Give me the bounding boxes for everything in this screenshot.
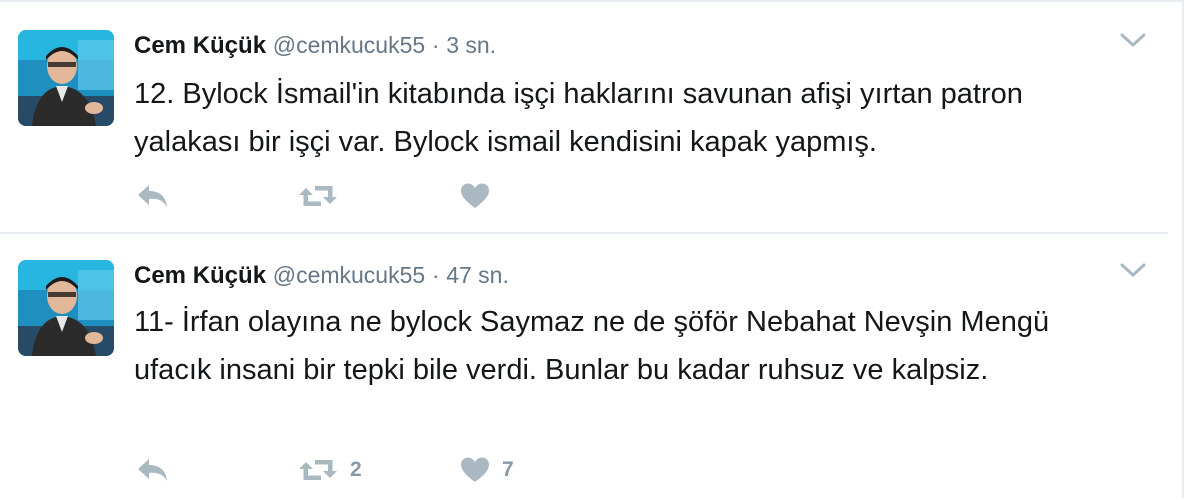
tweet[interactable]: Cem Küçük @cemkucuk55 · 47 sn. 11- İrfan…: [0, 236, 1168, 500]
heart-icon: [460, 456, 490, 484]
chevron-down-icon[interactable]: [1120, 32, 1146, 48]
author-name[interactable]: Cem Küçük: [134, 32, 266, 59]
like-count: 7: [502, 458, 514, 481]
reply-icon: [136, 182, 170, 210]
tweet-text: 12. Bylock İsmail'in kitabında işçi hakl…: [134, 78, 1023, 158]
author-handle[interactable]: @cemkucuk55: [273, 262, 425, 288]
tweet[interactable]: Cem Küçük @cemkucuk55 · 3 sn. 12. Bylock…: [0, 2, 1168, 234]
tweet-actions: [134, 178, 734, 214]
retweet-button[interactable]: 2: [298, 452, 362, 488]
separator-dot: ·: [431, 262, 440, 288]
author-handle[interactable]: @cemkucuk55: [273, 32, 425, 58]
timeline: Cem Küçük @cemkucuk55 · 3 sn. 12. Bylock…: [0, 0, 1184, 498]
avatar[interactable]: [18, 30, 114, 126]
like-button[interactable]: [460, 178, 502, 214]
avatar[interactable]: [18, 260, 114, 356]
retweet-icon: [298, 456, 338, 484]
separator-dot: ·: [431, 32, 440, 58]
heart-icon: [460, 182, 490, 210]
retweet-count: 2: [350, 458, 362, 481]
tweet-actions: 2 7: [134, 452, 734, 488]
like-button[interactable]: 7: [460, 452, 514, 488]
retweet-icon: [298, 182, 338, 210]
reply-button[interactable]: [136, 452, 170, 488]
tweet-header: Cem Küçük @cemkucuk55 · 3 sn.: [134, 32, 496, 60]
timestamp[interactable]: 47 sn.: [446, 262, 509, 288]
author-name[interactable]: Cem Küçük: [134, 262, 266, 289]
tweet-header: Cem Küçük @cemkucuk55 · 47 sn.: [134, 262, 509, 290]
tweet-text: 11- İrfan olayına ne bylock Saymaz ne de…: [134, 306, 1050, 386]
reply-icon: [136, 456, 170, 484]
retweet-button[interactable]: [298, 178, 350, 214]
chevron-down-icon[interactable]: [1120, 262, 1146, 278]
timestamp[interactable]: 3 sn.: [446, 32, 496, 58]
reply-button[interactable]: [136, 178, 170, 214]
